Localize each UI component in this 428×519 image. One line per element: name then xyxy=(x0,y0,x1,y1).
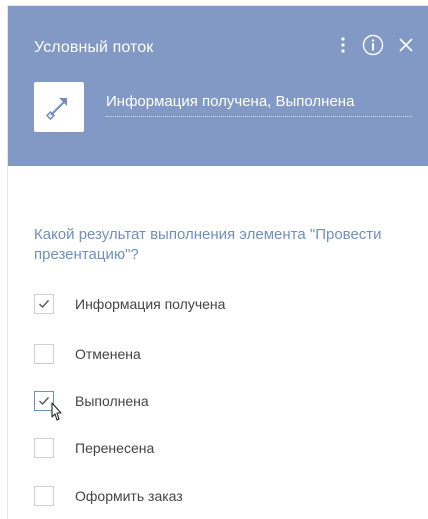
mouse-pointer-icon xyxy=(47,402,63,426)
result-question: Какой результат выполнения элемента "Про… xyxy=(34,226,382,263)
option-label: Перенесена xyxy=(75,440,155,456)
checkbox[interactable] xyxy=(34,344,54,364)
element-name-underline xyxy=(106,116,412,117)
option-label: Информация получена xyxy=(75,296,226,312)
info-icon[interactable] xyxy=(362,34,384,56)
checkbox[interactable] xyxy=(34,486,54,506)
element-name[interactable]: Информация получена, Выполнена xyxy=(106,93,354,110)
panel-title: Условный поток xyxy=(34,39,154,56)
checkbox[interactable] xyxy=(34,438,54,458)
option-rescheduled[interactable]: Перенесена xyxy=(34,437,154,459)
flow-arrow-icon xyxy=(34,82,84,132)
option-information-received[interactable]: Информация получена xyxy=(34,293,225,315)
option-cancelled[interactable]: Отменена xyxy=(34,343,141,365)
option-place-order[interactable]: Оформить заказ xyxy=(34,485,183,507)
option-label: Выполнена xyxy=(75,393,149,409)
option-label: Отменена xyxy=(75,346,141,362)
kebab-menu-icon[interactable] xyxy=(338,35,348,55)
conditional-flow-panel: Условный поток Информация получена, Выпо… xyxy=(7,5,428,519)
option-label: Оформить заказ xyxy=(75,488,183,504)
screenshot-frame: Условный поток Информация получена, Выпо… xyxy=(0,0,428,519)
checkbox[interactable] xyxy=(34,294,54,314)
header-actions xyxy=(338,34,414,56)
close-icon[interactable] xyxy=(398,37,414,53)
panel-header: Условный поток Информация получена, Выпо… xyxy=(8,6,428,166)
